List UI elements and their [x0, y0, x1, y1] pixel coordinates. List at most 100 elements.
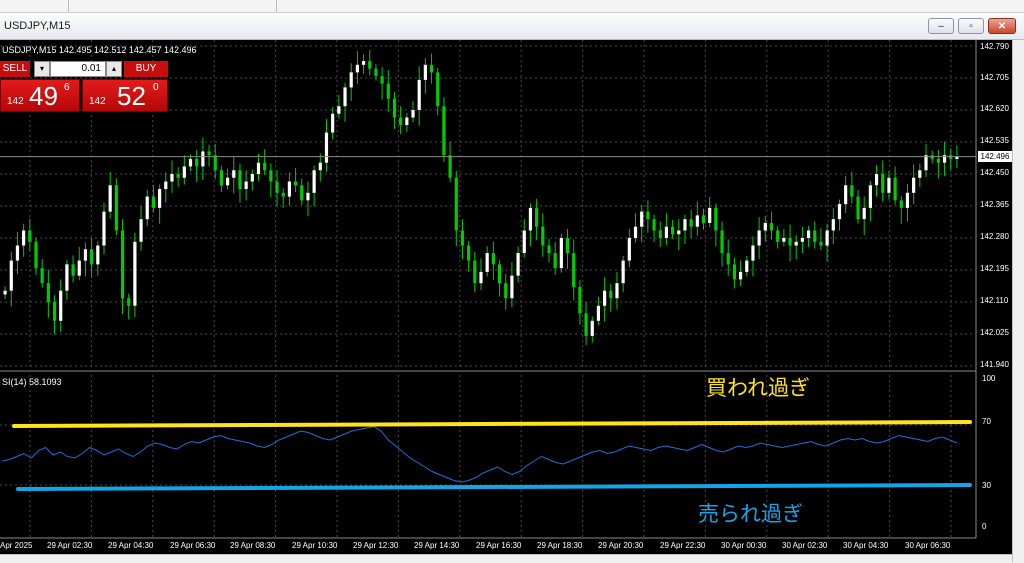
candle-body [547, 245, 551, 254]
candle-body [485, 253, 489, 272]
sell-price-prefix: 142 [7, 96, 24, 107]
candle-body [776, 230, 780, 242]
chart-window-titlebar[interactable]: USDJPY,M15 ‒ ▫ ✕ [0, 13, 1024, 40]
candle-body [108, 185, 112, 212]
time-axis-label: 29 Apr 06:30 [170, 541, 216, 550]
close-icon: ✕ [997, 20, 1007, 32]
one-click-trading-panel: SELL ▾ 0.01 ▴ BUY 142 49 6 142 52 0 [0, 59, 168, 114]
lot-size-input[interactable]: 0.01 [50, 61, 106, 77]
candle-body [751, 245, 755, 261]
candle-body [708, 207, 712, 223]
buy-price-sup: 0 [153, 82, 159, 93]
candle-body [918, 170, 922, 178]
candle-body [151, 196, 156, 208]
time-axis-label: 29 Apr 04:30 [108, 541, 154, 550]
candle-body [77, 260, 81, 276]
candle-body [689, 219, 693, 227]
candle-body [46, 283, 50, 302]
price-axis-label: 142.705 [980, 73, 1009, 82]
candle-body [738, 271, 743, 280]
candle-body [535, 207, 539, 227]
sell-price-button[interactable]: 142 49 6 [0, 79, 80, 112]
candle-body [646, 211, 650, 220]
chart-area[interactable]: USDJPY,M15 142.495 142.512 142.457 142.4… [0, 40, 1012, 554]
candle-body [28, 230, 32, 242]
chevron-up-icon: ▴ [111, 64, 116, 73]
chevron-down-icon: ▾ [39, 64, 44, 73]
price-axis-label: 142.195 [980, 264, 1009, 273]
lot-increase-button[interactable]: ▴ [106, 61, 122, 77]
rsi-indicator-header: SI(14) 58.1093 [2, 377, 62, 387]
price-axis-label: 141.940 [980, 360, 1009, 369]
candle-body [516, 253, 520, 276]
candle-body [182, 166, 186, 178]
candle-body [349, 72, 353, 88]
lot-dropdown-button[interactable]: ▾ [34, 61, 50, 77]
candle-body [788, 238, 792, 246]
candle-body [392, 98, 397, 118]
candle-body [40, 268, 44, 284]
restore-button[interactable]: ▫ [958, 18, 984, 34]
candle-body [825, 230, 829, 246]
candle-body [250, 174, 254, 182]
candle-body [819, 241, 823, 246]
candle-body [683, 219, 687, 231]
candle-body [15, 245, 20, 261]
candle-body [170, 174, 174, 182]
time-axis-label: 30 Apr 02:30 [782, 541, 828, 550]
candle-body [399, 117, 403, 126]
candle-body [837, 204, 842, 220]
candle-body [701, 215, 706, 223]
candle-body [423, 64, 427, 80]
candle-body [52, 302, 57, 321]
candle-body [188, 158, 193, 167]
candle-body [386, 83, 390, 99]
candle-body [120, 230, 125, 299]
candle-body [924, 155, 928, 171]
candle-body [831, 219, 835, 231]
price-axis-label: 142.110 [980, 296, 1009, 305]
candle-body [664, 226, 669, 238]
candle-body [361, 61, 366, 65]
candle-body [318, 162, 322, 171]
candle-body [467, 245, 471, 261]
candle-body [127, 298, 131, 306]
candle-body [745, 260, 749, 272]
candle-body [232, 170, 236, 178]
price-axis-label: 142.620 [980, 104, 1009, 113]
sell-price-sup: 6 [64, 82, 70, 93]
time-axis-label: Apr 2025 [0, 541, 33, 550]
candle-body [640, 211, 644, 227]
top-toolbar-strip [0, 0, 1024, 13]
buy-button[interactable]: BUY [124, 61, 168, 77]
candle-body [269, 170, 273, 182]
candle-body [671, 226, 675, 235]
candle-body [584, 313, 588, 336]
close-button[interactable]: ✕ [988, 18, 1016, 34]
candle-body [312, 170, 316, 193]
buy-price-button[interactable]: 142 52 0 [82, 79, 168, 112]
candle-body [677, 230, 681, 235]
price-axis-label: 142.280 [980, 232, 1009, 241]
candle-body [813, 230, 817, 242]
candle-body [59, 290, 63, 321]
candle-body [609, 290, 613, 299]
sell-button[interactable]: SELL [0, 61, 30, 77]
time-axis-label: 29 Apr 12:30 [353, 541, 399, 550]
candle-body [621, 260, 625, 284]
candle-body [225, 177, 230, 186]
candle-body [874, 174, 879, 186]
candle-body [213, 155, 217, 171]
candle-body [912, 177, 916, 193]
candle-body [436, 72, 440, 107]
price-axis-label: 142.535 [980, 136, 1009, 145]
minimize-button[interactable]: ‒ [928, 18, 954, 34]
candle-body [633, 226, 638, 238]
rsi-axis-label: 30 [982, 481, 991, 490]
candle-body [176, 174, 180, 178]
candle-body [355, 64, 359, 73]
candle-body [856, 196, 860, 220]
candle-body [460, 230, 465, 246]
time-axis-label: 30 Apr 04:30 [843, 541, 889, 550]
candle-body [936, 158, 940, 163]
